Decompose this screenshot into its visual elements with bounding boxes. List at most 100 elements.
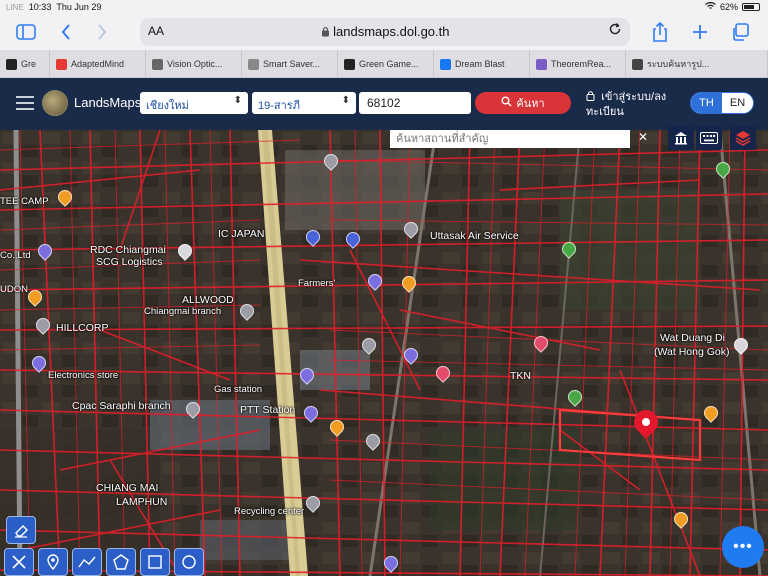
menu-icon[interactable] <box>16 96 34 110</box>
tab-overview-icon[interactable] <box>728 20 752 44</box>
polyline-tool-icon[interactable] <box>72 548 102 576</box>
browser-tab[interactable]: TheoremRea... <box>530 50 626 78</box>
parcel-number-input[interactable] <box>359 92 471 114</box>
district-select[interactable]: 19-สารภี ⬍ <box>252 92 356 114</box>
favicon-icon <box>6 58 17 70</box>
lock-icon <box>321 24 334 39</box>
browser-tab[interactable]: Smart Saver... <box>242 50 338 78</box>
favicon-icon <box>536 58 547 70</box>
layers-icon[interactable] <box>730 126 756 150</box>
url-text: landsmaps.dol.go.th <box>333 24 450 39</box>
map-label: Electronics store <box>48 370 119 381</box>
browser-tab[interactable]: Gre <box>0 50 50 78</box>
language-toggle[interactable]: TH EN <box>690 92 754 114</box>
tab-label: Green Game... <box>359 59 419 69</box>
tab-bar: Gre AdaptedMind Vision Optic... Smart Saver… <box>0 50 768 78</box>
tab-label: Dream Blast <box>455 59 505 69</box>
drawing-toolbar <box>4 548 204 576</box>
map-label: CHIANG MAI <box>96 482 159 494</box>
favicon-icon <box>56 58 67 70</box>
measure-tool-icon[interactable] <box>4 548 34 576</box>
map-label: LAMPHUN <box>116 496 168 508</box>
login-link[interactable]: เข้าสู่ระบบ/ลงทะเบียน <box>586 90 686 120</box>
map-label: (Wat Hong Gok) <box>654 346 730 358</box>
map-label: HILLCORP <box>56 322 109 334</box>
eraser-tool-icon[interactable] <box>6 516 36 544</box>
map-label: Co.,Ltd <box>0 250 31 261</box>
tab-label: AdaptedMind <box>71 59 125 69</box>
more-options-button[interactable]: ••• <box>722 526 764 568</box>
address-bar[interactable]: AA landsmaps.dol.go.th <box>140 18 630 46</box>
chevron-updown-icon: ⬍ <box>233 95 242 106</box>
back-icon[interactable] <box>54 20 78 44</box>
map-label: RDC Chiangmai <box>90 244 166 256</box>
status-date: Thu Jun 29 <box>56 2 102 12</box>
wifi-icon <box>705 1 716 12</box>
browser-tab[interactable]: Green Game... <box>338 50 434 78</box>
location-pin-tool-icon[interactable] <box>38 548 68 576</box>
sidebar-icon[interactable] <box>14 20 38 44</box>
tab-label: Vision Optic... <box>167 59 223 69</box>
search-button[interactable]: ค้นหา <box>475 92 571 114</box>
browser-tab[interactable]: Vision Optic... <box>146 50 242 78</box>
map-label: PTT Station <box>240 404 296 416</box>
app-name: LandsMaps <box>74 95 142 110</box>
battery-percent: 62% <box>719 2 738 12</box>
map-label: Chiangmai branch <box>144 306 222 317</box>
tab-label: Gre <box>21 59 37 69</box>
circle-tool-icon[interactable] <box>174 548 204 576</box>
map-label: Cpac Saraphi branch <box>72 400 171 412</box>
map-label: ALLWOOD <box>182 294 234 306</box>
map-label: TEE CAMP <box>0 196 49 207</box>
favicon-icon <box>632 58 643 70</box>
browser-tab[interactable]: ระบบค้นหารูป... <box>626 50 768 78</box>
app-navbar: LandsMaps เชียงใหม่ ⬍ 19-สารภี ⬍ ค้นหา เ… <box>0 78 768 130</box>
tab-label: Smart Saver... <box>263 59 321 69</box>
map-label: Farmers' <box>298 278 336 289</box>
map-label: TKN <box>510 370 531 382</box>
building-icon[interactable] <box>668 126 694 150</box>
favicon-icon <box>344 58 355 70</box>
landsmaps-logo <box>42 90 68 116</box>
lang-th-button[interactable]: TH <box>691 93 722 113</box>
tab-label: TheoremRea... <box>551 59 612 69</box>
satellite-map[interactable]: TEE CAMP Co.,Ltd UDON IC JAPAN RDC Chian… <box>0 130 768 576</box>
favicon-icon <box>248 58 259 70</box>
map-label: IC JAPAN <box>218 228 265 240</box>
browser-tab[interactable]: Dream Blast <box>434 50 530 78</box>
search-icon <box>501 96 512 110</box>
status-bar: LINE 10:33 Thu Jun 29 62% <box>0 0 768 14</box>
favicon-icon <box>440 58 451 70</box>
new-tab-icon[interactable] <box>688 20 712 44</box>
district-value: 19-สารภี <box>258 100 300 112</box>
map-label: Recycling center <box>234 506 305 517</box>
reload-icon[interactable] <box>608 22 622 40</box>
close-icon[interactable]: ✕ <box>638 130 652 144</box>
rectangle-tool-icon[interactable] <box>140 548 170 576</box>
padlock-icon <box>586 91 598 103</box>
status-time: 10:33 <box>28 2 52 12</box>
chevron-updown-icon: ⬍ <box>341 95 350 106</box>
favicon-icon <box>152 58 163 70</box>
share-icon[interactable] <box>648 20 672 44</box>
province-select[interactable]: เชียงใหม่ ⬍ <box>140 92 248 114</box>
map-label: Gas station <box>214 384 263 395</box>
lang-en-button[interactable]: EN <box>722 93 753 113</box>
map-label: Uttasak Air Service <box>430 230 519 242</box>
map-imagery <box>0 130 768 576</box>
browser-toolbar: AA landsmaps.dol.go.th <box>0 14 768 50</box>
keyboard-icon[interactable] <box>696 126 722 150</box>
login-label: เข้าสู่ระบบ/ลงทะเบียน <box>586 91 667 118</box>
status-carrier: LINE <box>6 2 24 12</box>
map-label: UDON <box>0 284 28 295</box>
browser-tab[interactable]: AdaptedMind <box>50 50 146 78</box>
forward-icon[interactable] <box>90 20 114 44</box>
province-value: เชียงใหม่ <box>146 100 189 112</box>
tab-label: ระบบค้นหารูป... <box>647 59 710 69</box>
place-search-input[interactable] <box>390 130 630 148</box>
map-label: Wat Duang Di <box>660 332 725 344</box>
map-label: SCG Logistics <box>96 256 163 268</box>
search-button-label: ค้นหา <box>516 98 545 110</box>
polygon-tool-icon[interactable] <box>106 548 136 576</box>
battery-icon <box>742 3 760 11</box>
